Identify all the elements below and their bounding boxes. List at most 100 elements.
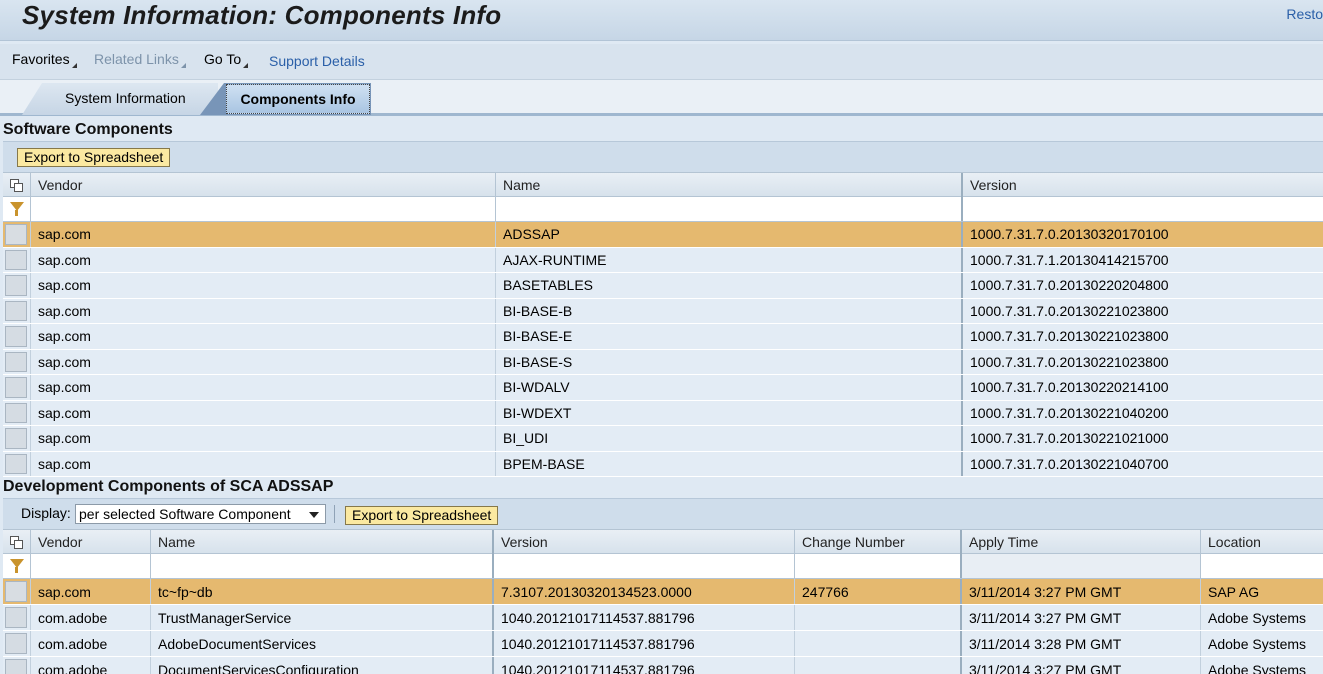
table-row[interactable]: sap.com BPEM-BASE 1000.7.31.7.0.2013022104… [3, 451, 1323, 477]
cell-location: SAP AG [1200, 579, 1323, 604]
title-bar: System Information: Components Info Rest… [0, 0, 1323, 41]
table-row[interactable]: sap.com BI-WDEXT 1000.7.31.7.0.20130221040… [3, 400, 1323, 426]
favorites-label: Favorites [12, 51, 70, 67]
filter-icon[interactable] [9, 201, 25, 217]
column-header-vendor[interactable]: Vendor [30, 530, 150, 554]
cell-vendor: sap.com [30, 273, 495, 298]
cell-change [794, 605, 960, 630]
table-header: Vendor Name Version Change Number Apply … [3, 529, 1323, 554]
column-header-location[interactable]: Location [1200, 530, 1323, 554]
row-selector[interactable] [5, 607, 27, 628]
cell-version: 1000.7.31.7.0.20130221021000 [961, 426, 1323, 451]
export-spreadsheet-button[interactable]: Export to Spreadsheet [345, 506, 499, 525]
row-selector[interactable] [5, 659, 27, 674]
filter-row [3, 554, 1323, 579]
row-selector[interactable] [5, 402, 27, 423]
chevron-down-icon [309, 512, 319, 518]
filter-location-input[interactable] [1200, 554, 1323, 578]
cell-name: ADSSAP [495, 222, 961, 247]
row-selector[interactable] [5, 453, 27, 474]
cell-version: 1000.7.31.7.0.20130220204800 [961, 273, 1323, 298]
cell-version: 7.3107.20130320134523.0000 [492, 579, 794, 604]
row-selector[interactable] [5, 249, 27, 270]
table-row[interactable]: sap.com BI_UDI 1000.7.31.7.0.2013022102100… [3, 426, 1323, 452]
cell-name: AJAX-RUNTIME [495, 247, 961, 272]
row-selector[interactable] [5, 351, 27, 372]
column-header-apply-time[interactable]: Apply Time [960, 530, 1200, 554]
filter-name-input[interactable] [150, 554, 492, 578]
page-title: System Information: Components Info [22, 0, 502, 30]
cell-name: BI-WDEXT [495, 400, 961, 425]
cell-location: Adobe Systems [1200, 657, 1323, 674]
column-config-icon[interactable] [9, 178, 25, 194]
filter-change-number-input[interactable] [794, 554, 960, 578]
cell-vendor: com.adobe [30, 631, 150, 656]
display-select[interactable]: per selected Software Component [75, 504, 326, 524]
cell-vendor: sap.com [30, 579, 150, 604]
row-selector[interactable] [5, 275, 27, 296]
column-header-name[interactable]: Name [495, 173, 961, 197]
cell-vendor: sap.com [30, 400, 495, 425]
cell-name: BI-WDALV [495, 375, 961, 400]
filter-icon[interactable] [9, 558, 25, 574]
filter-version-input[interactable] [492, 554, 794, 578]
menu-bar: Favorites Related Links Go To Support De… [0, 44, 1323, 80]
row-selector[interactable] [5, 633, 27, 654]
cell-vendor: sap.com [30, 451, 495, 476]
row-selector[interactable] [5, 428, 27, 449]
table-row[interactable]: sap.com AJAX-RUNTIME 1000.7.31.7.1.2013041… [3, 247, 1323, 273]
go-to-menu[interactable]: Go To [204, 51, 249, 68]
cell-change: 247766 [794, 579, 960, 604]
cell-vendor: sap.com [30, 222, 495, 247]
software-components-toolbar: Export to Spreadsheet [3, 141, 1323, 172]
cell-name: BPEM-BASE [495, 451, 961, 476]
table-row[interactable]: com.adobe DocumentServicesConfiguration 10… [3, 657, 1323, 674]
table-row[interactable]: sap.com BI-WDALV 1000.7.31.7.0.20130220214… [3, 375, 1323, 401]
table-row[interactable]: sap.com BI-BASE-E 1000.7.31.7.0.2013022102… [3, 324, 1323, 350]
export-spreadsheet-button[interactable]: Export to Spreadsheet [17, 148, 171, 167]
table-row[interactable]: sap.com BI-BASE-B 1000.7.31.7.0.2013022102… [3, 298, 1323, 324]
filter-vendor-input[interactable] [30, 197, 495, 221]
support-details-link[interactable]: Support Details [269, 53, 365, 69]
filter-row [3, 197, 1323, 222]
column-header-name[interactable]: Name [150, 530, 492, 554]
table-row[interactable]: sap.com BASETABLES 1000.7.31.7.0.201302202… [3, 273, 1323, 299]
table-row[interactable]: sap.com tc~fp~db 7.3107.20130320134523.000… [3, 579, 1323, 605]
column-header-version[interactable]: Version [492, 530, 794, 554]
menu-arrow-icon [243, 63, 249, 68]
table-row[interactable]: sap.com BI-BASE-S 1000.7.31.7.0.2013022102… [3, 349, 1323, 375]
cell-vendor: sap.com [30, 298, 495, 323]
row-selector[interactable] [5, 326, 27, 347]
row-selector[interactable] [5, 377, 27, 398]
tab-system-information[interactable]: System Information [22, 83, 218, 115]
row-selector[interactable] [5, 224, 27, 245]
cell-vendor: sap.com [30, 349, 495, 374]
favorites-menu[interactable]: Favorites [12, 51, 77, 68]
cell-location: Adobe Systems [1200, 631, 1323, 656]
filter-name-input[interactable] [495, 197, 961, 221]
cell-name: tc~fp~db [150, 579, 492, 604]
restore-link[interactable]: Resto [1286, 6, 1323, 22]
cell-version: 1000.7.31.7.0.20130320170100 [961, 222, 1323, 247]
table-row[interactable]: sap.com ADSSAP 1000.7.31.7.0.2013032017010… [3, 222, 1323, 248]
filter-vendor-input[interactable] [30, 554, 150, 578]
cell-location: Adobe Systems [1200, 605, 1323, 630]
menu-arrow-icon [71, 63, 77, 68]
row-selector[interactable] [5, 300, 27, 321]
development-components-toolbar: Display: per selected Software Component… [3, 498, 1323, 529]
table-row[interactable]: com.adobe AdobeDocumentServices 1040.20121… [3, 631, 1323, 657]
cell-name: BI-BASE-B [495, 298, 961, 323]
cell-version: 1000.7.31.7.0.20130221023800 [961, 349, 1323, 374]
filter-version-input[interactable] [961, 197, 1323, 221]
column-header-change-number[interactable]: Change Number [794, 530, 960, 554]
related-links-menu[interactable]: Related Links [94, 51, 186, 68]
column-header-vendor[interactable]: Vendor [30, 173, 495, 197]
cell-vendor: sap.com [30, 426, 495, 451]
column-config-icon[interactable] [9, 535, 25, 551]
table-row[interactable]: com.adobe TrustManagerService 1040.2012101… [3, 605, 1323, 631]
cell-version: 1000.7.31.7.0.20130221023800 [961, 298, 1323, 323]
column-header-version[interactable]: Version [961, 173, 1323, 197]
cell-version: 1000.7.31.7.1.20130414215700 [961, 247, 1323, 272]
tab-components-info[interactable]: Components Info [200, 83, 371, 115]
row-selector[interactable] [5, 581, 27, 602]
